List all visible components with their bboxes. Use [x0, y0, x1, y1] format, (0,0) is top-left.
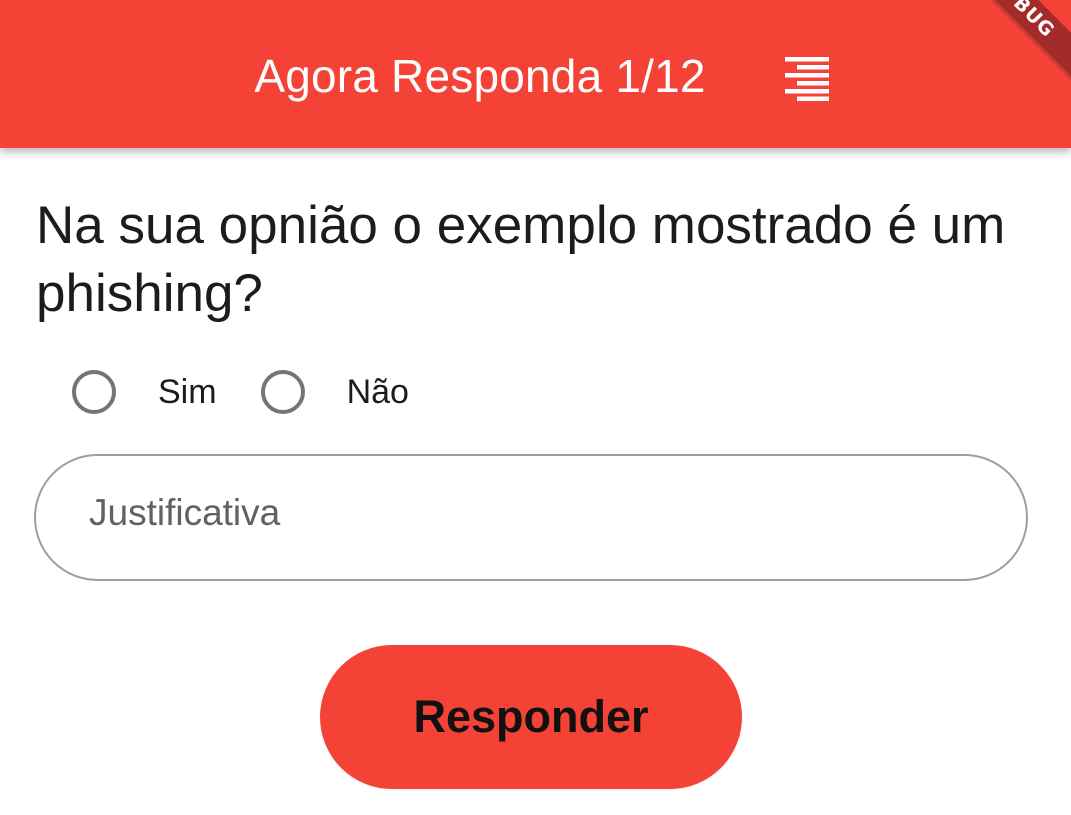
radio-option-nao[interactable]: Não [260, 370, 409, 414]
page-title-text: Agora Responda 1/12 [254, 50, 706, 102]
menu-align-right-icon-svg [785, 57, 829, 101]
justification-field[interactable] [34, 454, 1028, 581]
radio-button-nao[interactable] [260, 370, 305, 414]
radio-option-sim[interactable]: Sim [72, 370, 217, 414]
submit-answer-button[interactable]: Responder [320, 645, 742, 789]
menu-align-right-icon[interactable] [783, 57, 831, 101]
radio-label-sim: Sim [158, 373, 217, 411]
question-text: Na sua opnião o exemplo mostrado é um ph… [36, 196, 1006, 323]
app-bar: Agora Responda 1/12 [0, 0, 1071, 148]
radio-button-sim[interactable] [72, 370, 116, 414]
answer-radio-group: Sim Não [72, 368, 409, 416]
justification-input[interactable] [36, 456, 1026, 579]
radio-label-nao: Não [346, 373, 409, 411]
app-screen: Agora Responda 1/12 BUG Na sua opnião o … [0, 0, 1071, 815]
